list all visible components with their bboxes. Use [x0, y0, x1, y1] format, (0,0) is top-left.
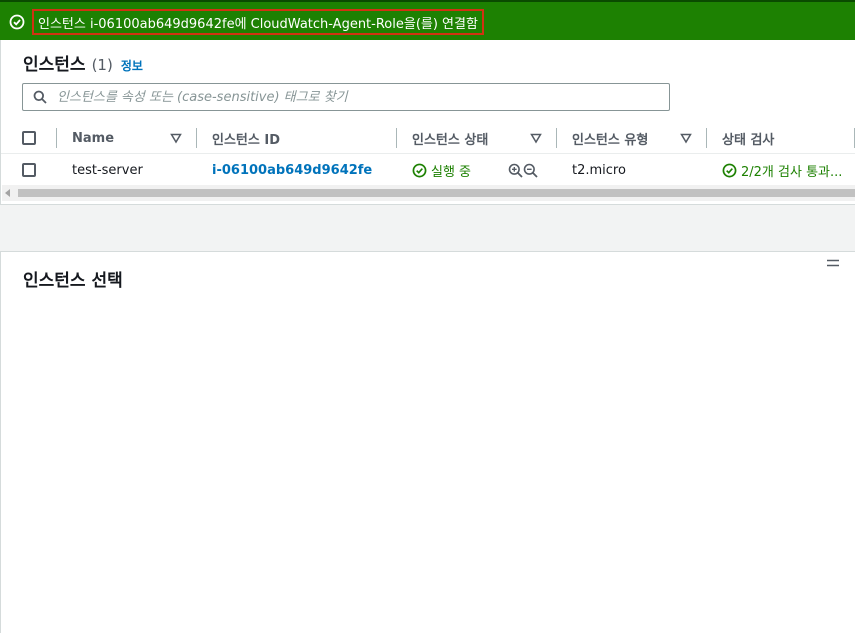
column-separator [56, 128, 57, 148]
column-header-instance-id[interactable]: 인스턴스 ID [212, 122, 280, 154]
column-header-name[interactable]: Name [72, 122, 114, 154]
info-link[interactable]: 정보 [121, 57, 143, 74]
details-title: 인스턴스 선택 [23, 271, 123, 291]
instance-state-label: 실행 중 [431, 164, 472, 180]
success-check-icon [9, 14, 25, 30]
column-header-instance-type[interactable]: 인스턴스 유형 [572, 122, 648, 154]
details-panel: 인스턴스 선택 [0, 252, 855, 633]
row-select-cell [22, 154, 36, 186]
horizontal-scrollbar[interactable] [2, 185, 855, 201]
column-header-instance-state[interactable]: 인스턴스 상태 [412, 122, 488, 154]
row-name: test-server [72, 162, 143, 178]
sort-down-icon[interactable] [170, 132, 182, 144]
page-title: 인스턴스 [23, 55, 86, 75]
instance-type: t2.micro [572, 162, 626, 178]
column-separator[interactable] [396, 128, 397, 148]
instances-panel: 인스턴스 (1) 정보 Name 인스턴스 ID 인스턴스 상태 인스턴스 유형 [0, 40, 855, 204]
column-separator[interactable] [706, 128, 707, 148]
search-input[interactable] [57, 89, 669, 105]
search-box[interactable] [22, 83, 670, 111]
success-check-icon [722, 163, 737, 177]
scrollbar-thumb[interactable] [18, 189, 855, 197]
column-separator[interactable] [196, 128, 197, 148]
instance-state: 실행 중 [412, 154, 471, 186]
drag-handle-icon[interactable] [827, 259, 839, 267]
table-header: Name 인스턴스 ID 인스턴스 상태 인스턴스 유형 상태 검사 [1, 122, 855, 154]
instances-count: (1) [91, 56, 113, 74]
status-check[interactable]: 2/2개 검사 통과... [722, 154, 842, 186]
flash-message: 인스턴스 i-06100ab649d9642fe에 CloudWatch-Age… [32, 9, 484, 35]
select-all-checkbox[interactable] [22, 131, 36, 145]
sort-down-icon[interactable] [530, 132, 542, 144]
status-check-label: 2/2개 검사 통과... [741, 164, 843, 180]
scroll-left-icon[interactable] [3, 188, 13, 198]
zoom-out-icon[interactable] [523, 163, 538, 178]
instances-header: 인스턴스 (1) 정보 [23, 50, 143, 75]
split-panel-divider[interactable] [0, 204, 855, 252]
success-check-icon [412, 163, 427, 177]
zoom-in-icon[interactable] [508, 163, 523, 178]
success-flash-banner: 인스턴스 i-06100ab649d9642fe에 CloudWatch-Age… [0, 0, 855, 40]
row-checkbox[interactable] [22, 163, 36, 177]
zoom-controls [508, 154, 538, 186]
column-separator[interactable] [556, 128, 557, 148]
search-icon [33, 90, 47, 104]
table-row[interactable]: test-server i-06100ab649d9642fe 실행 중 t2.… [1, 154, 855, 186]
column-header-status-check[interactable]: 상태 검사 [722, 122, 774, 154]
instance-id-link[interactable]: i-06100ab649d9642fe [212, 154, 372, 186]
sort-down-icon[interactable] [680, 132, 692, 144]
select-all-cell [22, 122, 36, 154]
